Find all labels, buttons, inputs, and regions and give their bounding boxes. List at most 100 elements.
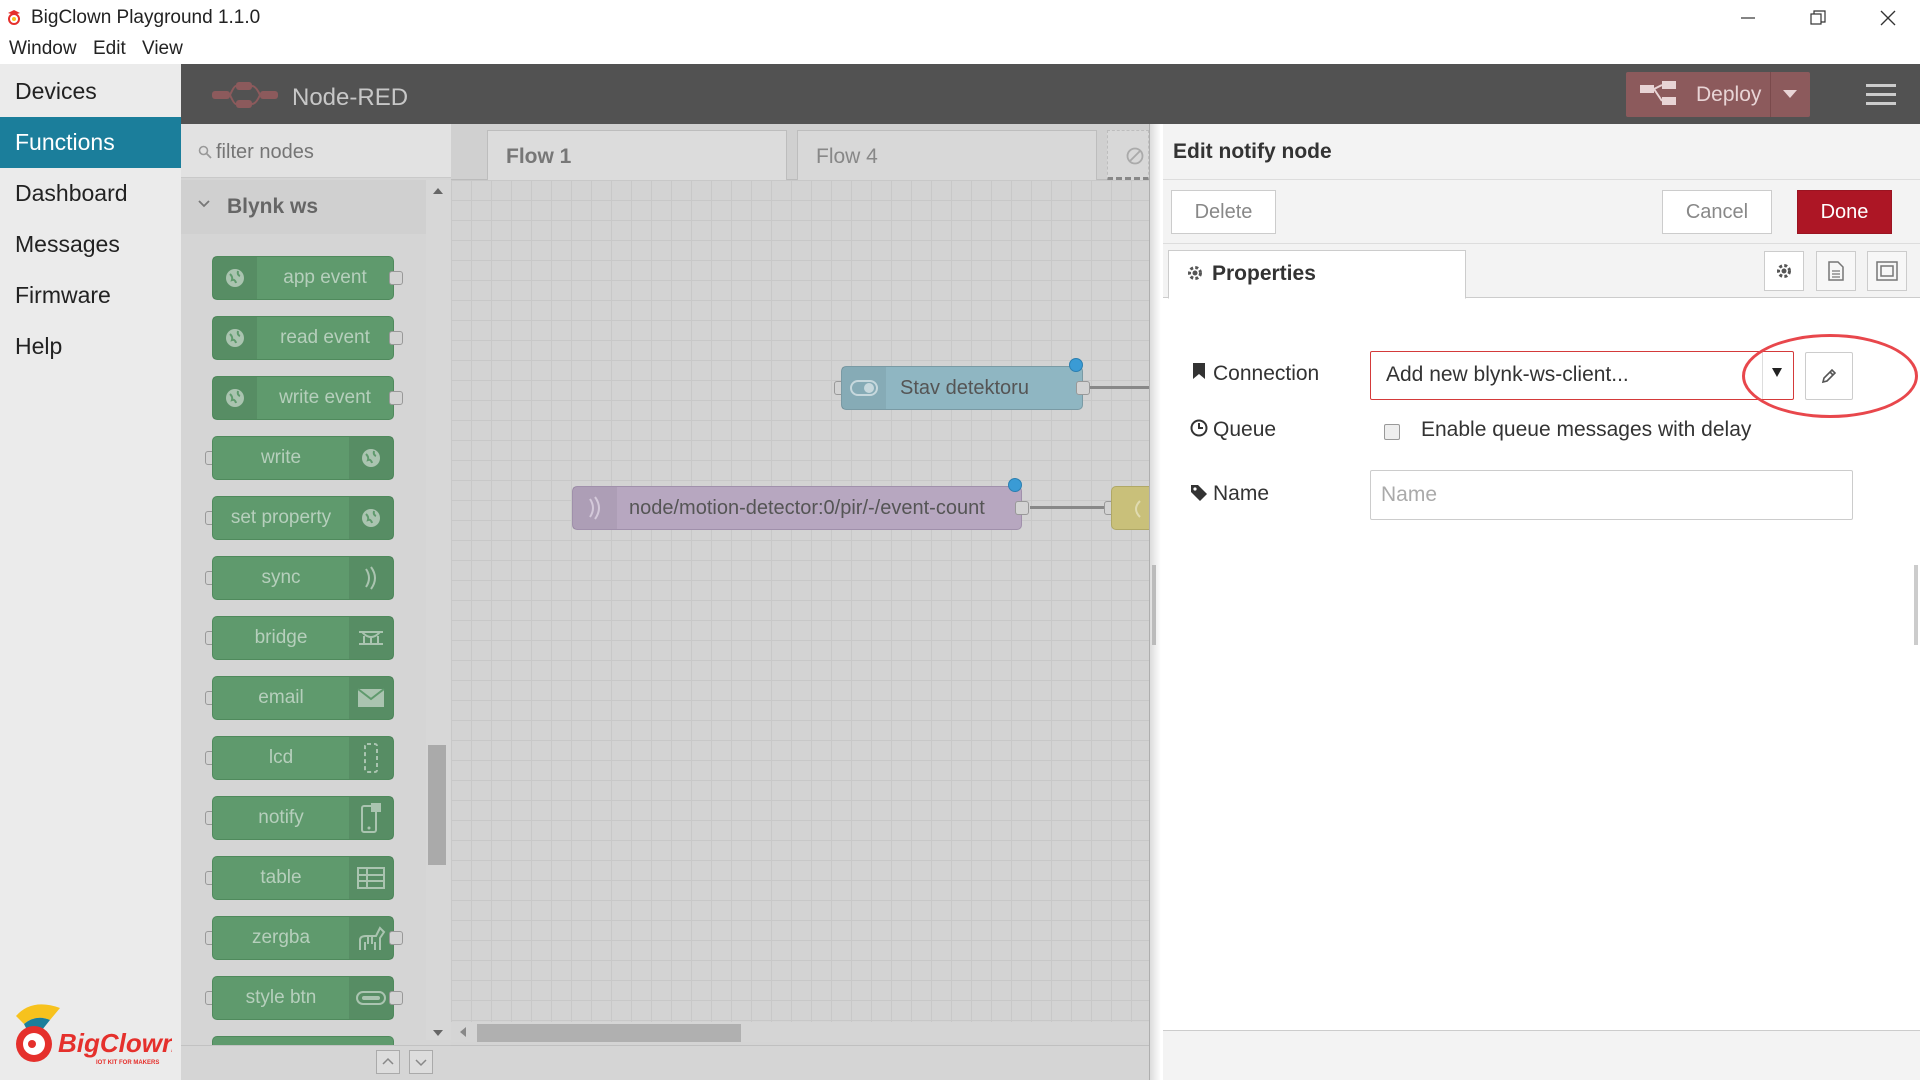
menu-edit[interactable]: Edit — [93, 38, 126, 60]
phone-icon — [349, 797, 393, 839]
globe-icon — [349, 497, 393, 539]
flow-canvas[interactable] — [451, 180, 1149, 1028]
palette-node-write[interactable]: write — [212, 436, 394, 480]
function-icon — [1135, 500, 1141, 518]
cancel-button[interactable]: Cancel — [1662, 190, 1772, 234]
collapse-down-button[interactable] — [409, 1050, 433, 1074]
chevron-down-icon — [415, 1059, 427, 1067]
connection-value: Add new blynk-ws-client... — [1386, 363, 1629, 386]
scroll-up-icon[interactable] — [432, 186, 444, 196]
palette-node-sync[interactable]: sync — [212, 556, 394, 600]
palette-node-write-event[interactable]: write event — [212, 376, 394, 420]
flow-node-stav-detektoru[interactable]: Stav detektoru — [841, 366, 1083, 410]
filter-nodes-input[interactable] — [216, 140, 436, 164]
close-icon — [1880, 10, 1896, 26]
hamburger-menu-icon[interactable] — [1866, 82, 1896, 106]
flow-node-function-partial[interactable] — [1111, 486, 1151, 530]
gear-icon — [1188, 266, 1202, 280]
status-dot — [1069, 358, 1083, 372]
nav-item-help[interactable]: Help — [0, 321, 181, 372]
chevron-down-icon — [198, 200, 210, 208]
appearance-tab-button[interactable] — [1867, 251, 1907, 291]
palette-node-label: set property — [230, 507, 332, 528]
wire — [1030, 506, 1110, 509]
delete-button[interactable]: Delete — [1171, 190, 1276, 234]
signal-icon — [349, 557, 393, 599]
palette-node-label: write — [260, 447, 302, 468]
palette-node-label: notify — [258, 807, 304, 828]
close-button[interactable] — [1858, 0, 1918, 36]
zebra-icon — [349, 917, 393, 959]
collapse-up-button[interactable] — [376, 1050, 400, 1074]
tag-icon — [1191, 485, 1207, 501]
gear-icon — [1777, 264, 1791, 278]
minimize-button[interactable] — [1718, 0, 1778, 36]
output-port — [389, 271, 403, 285]
globe-icon — [213, 317, 257, 359]
nav-item-functions[interactable]: Functions — [0, 117, 181, 168]
frame-icon — [1876, 261, 1898, 281]
logo-tagline: IOT KIT FOR MAKERS — [96, 1060, 159, 1066]
palette-scroll-thumb[interactable] — [428, 745, 446, 865]
deploy-separator — [1770, 72, 1771, 117]
palette-node-label: sync — [261, 567, 301, 588]
done-button[interactable]: Done — [1797, 190, 1892, 234]
palette-category-label: Blynk ws — [227, 195, 319, 218]
palette-node-table[interactable]: table — [212, 856, 394, 900]
settings-tab-button[interactable] — [1764, 251, 1804, 291]
palette-node-style-btn[interactable]: style btn — [212, 976, 394, 1020]
disabled-icon — [1126, 147, 1144, 165]
restore-button[interactable] — [1788, 0, 1848, 36]
table-icon — [349, 857, 393, 899]
menu-bar — [0, 36, 1920, 64]
palette-node-lcd[interactable]: lcd — [212, 736, 394, 780]
deploy-dropdown-icon[interactable] — [1783, 90, 1797, 98]
palette-node-set-property[interactable]: set property — [212, 496, 394, 540]
palette-node-label: read event — [280, 327, 370, 348]
tab-disabled[interactable] — [1107, 130, 1149, 180]
palette-node-zergba[interactable]: zergba — [212, 916, 394, 960]
palette-scrollbar[interactable] — [426, 180, 451, 1040]
palette-node-label: zergba — [251, 927, 311, 948]
workspace-scroll-thumb[interactable] — [477, 1024, 741, 1042]
palette-node-bridge[interactable]: bridge — [212, 616, 394, 660]
output-port — [389, 931, 403, 945]
output-port — [1015, 501, 1029, 515]
logo-text: BigClown — [58, 1028, 172, 1058]
nav-item-dashboard[interactable]: Dashboard — [0, 168, 181, 219]
flow-node-mqtt-event-count[interactable]: node/motion-detector:0/pir/-/event-count — [572, 486, 1022, 530]
menu-window[interactable]: Window — [9, 38, 77, 60]
palette-node-notify[interactable]: notify — [212, 796, 394, 840]
menu-view[interactable]: View — [142, 38, 183, 60]
lcd-icon — [349, 737, 393, 779]
signal-icon — [573, 487, 617, 529]
tray-scrollbar[interactable] — [1914, 565, 1918, 645]
palette-node-label: style btn — [245, 987, 317, 1008]
palette-node-read-event[interactable]: read event — [212, 316, 394, 360]
palette-node-app-event[interactable]: app event — [212, 256, 394, 300]
tab-flow-4[interactable]: Flow 4 — [797, 130, 1097, 180]
flow-node-label: Stav detektoru — [900, 377, 1029, 399]
window-title: BigClown Playground 1.1.0 — [31, 7, 261, 28]
palette-node-label: write event — [279, 387, 371, 408]
queue-checkbox[interactable] — [1384, 424, 1400, 440]
tray-footer — [1163, 1030, 1920, 1080]
description-tab-button[interactable] — [1816, 251, 1856, 291]
globe-icon — [213, 257, 257, 299]
nodered-title: Node-RED — [292, 84, 409, 111]
tab-flow-1[interactable]: Flow 1 — [487, 130, 787, 180]
deploy-button[interactable]: Deploy — [1626, 72, 1810, 117]
name-input[interactable] — [1370, 470, 1853, 520]
scroll-down-icon[interactable] — [432, 1028, 444, 1038]
envelope-icon — [349, 677, 393, 719]
clock-icon — [1190, 419, 1208, 437]
tray-resize-handle[interactable] — [1152, 565, 1156, 645]
nav-item-firmware[interactable]: Firmware — [0, 270, 181, 321]
palette-node-email[interactable]: email — [212, 676, 394, 720]
nav-item-messages[interactable]: Messages — [0, 219, 181, 270]
output-port — [1076, 381, 1090, 395]
title-bar — [0, 0, 1920, 36]
minimize-icon — [1741, 17, 1755, 19]
scroll-left-icon[interactable] — [458, 1026, 468, 1038]
nav-item-devices[interactable]: Devices — [0, 66, 181, 117]
